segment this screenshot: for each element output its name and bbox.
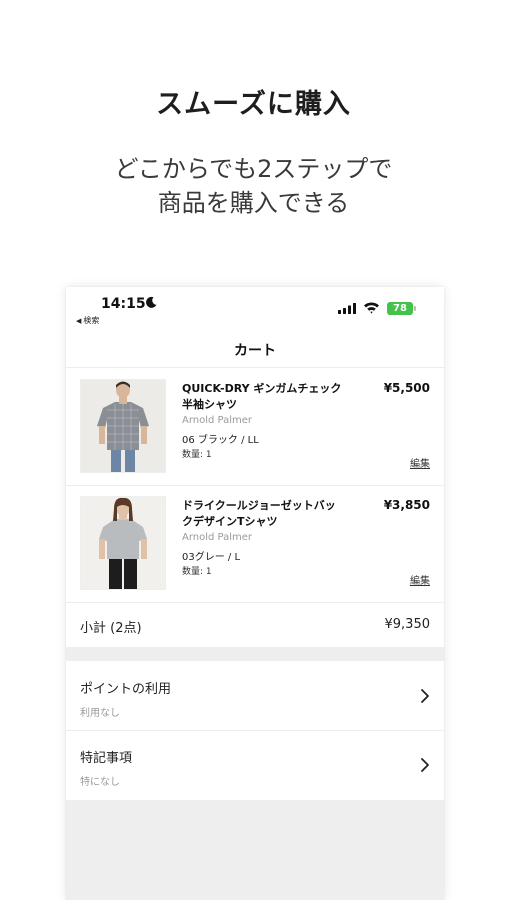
empty-area	[66, 800, 444, 900]
edit-link[interactable]: 編集	[410, 455, 430, 470]
back-arrow-icon: ◀	[76, 316, 82, 325]
product-quantity: 数量: 1	[182, 567, 212, 577]
promo-title: スムーズに購入	[156, 89, 351, 120]
subtotal-value: ¥9,350	[384, 617, 431, 632]
product-name-line2: クデザインTシャツ	[182, 515, 278, 528]
cart-item[interactable]: QUICK-DRY ギンガムチェック 半袖シャツ Arnold Palmer 0…	[66, 369, 444, 486]
special-notes-value: 特になし	[80, 777, 120, 788]
product-variant: 06 ブラック / LL	[182, 435, 259, 446]
promo-subtitle: どこからでも2ステップで 商品を購入できる	[0, 152, 507, 220]
cart-item[interactable]: ドライクールジョーゼットバッ クデザインTシャツ Arnold Palmer 0…	[66, 486, 444, 603]
edit-link[interactable]: 編集	[410, 572, 430, 587]
product-name[interactable]: QUICK-DRY ギンガムチェック 半袖シャツ	[182, 381, 362, 413]
promo-subtitle-line2: 商品を購入できる	[157, 189, 350, 217]
subtotal-row: 小計 (2点) ¥9,350	[66, 603, 444, 647]
subtotal-label: 小計 (2点)	[80, 621, 142, 636]
points-usage-label: ポイントの利用	[80, 682, 172, 697]
special-notes-label: 特記事項	[80, 751, 133, 766]
product-price: ¥3,850	[383, 498, 430, 512]
product-name[interactable]: ドライクールジョーゼットバッ クデザインTシャツ	[182, 498, 362, 530]
product-brand: Arnold Palmer	[182, 532, 253, 543]
product-name-line1: QUICK-DRY ギンガムチェック	[182, 382, 342, 395]
product-image[interactable]	[80, 496, 166, 590]
product-name-line1: ドライクールジョーゼットバッ	[182, 499, 336, 512]
divider	[66, 367, 444, 368]
product-variant: 03グレー / L	[182, 552, 241, 563]
special-notes-row[interactable]: 特記事項 特になし	[66, 731, 444, 800]
chevron-right-icon	[421, 689, 429, 703]
product-price: ¥5,500	[383, 381, 430, 395]
back-link[interactable]: ◀ 検索	[76, 315, 99, 326]
product-name-line2: 半袖シャツ	[182, 398, 237, 411]
moon-icon	[146, 296, 157, 308]
points-usage-row[interactable]: ポイントの利用 利用なし	[66, 662, 444, 731]
promo-subtitle-line1: どこからでも2ステップで	[114, 155, 393, 183]
phone-screen: 14:15 ◀ 検索 78 カート QUICK-DRY ギンガムチェック 半袖シ…	[66, 287, 444, 900]
product-brand: Arnold Palmer	[182, 415, 253, 426]
status-bar: 14:15 ◀ 検索 78	[66, 287, 444, 331]
battery-indicator: 78	[387, 302, 416, 315]
status-time: 14:15	[101, 296, 146, 312]
signal-icon	[338, 303, 356, 314]
points-usage-value: 利用なし	[80, 708, 120, 719]
section-separator	[66, 647, 444, 661]
back-label: 検索	[83, 316, 100, 325]
product-image[interactable]	[80, 379, 166, 473]
product-quantity: 数量: 1	[182, 450, 212, 460]
nav-title: カート	[234, 343, 276, 359]
wifi-icon	[364, 302, 379, 314]
chevron-right-icon	[421, 758, 429, 772]
